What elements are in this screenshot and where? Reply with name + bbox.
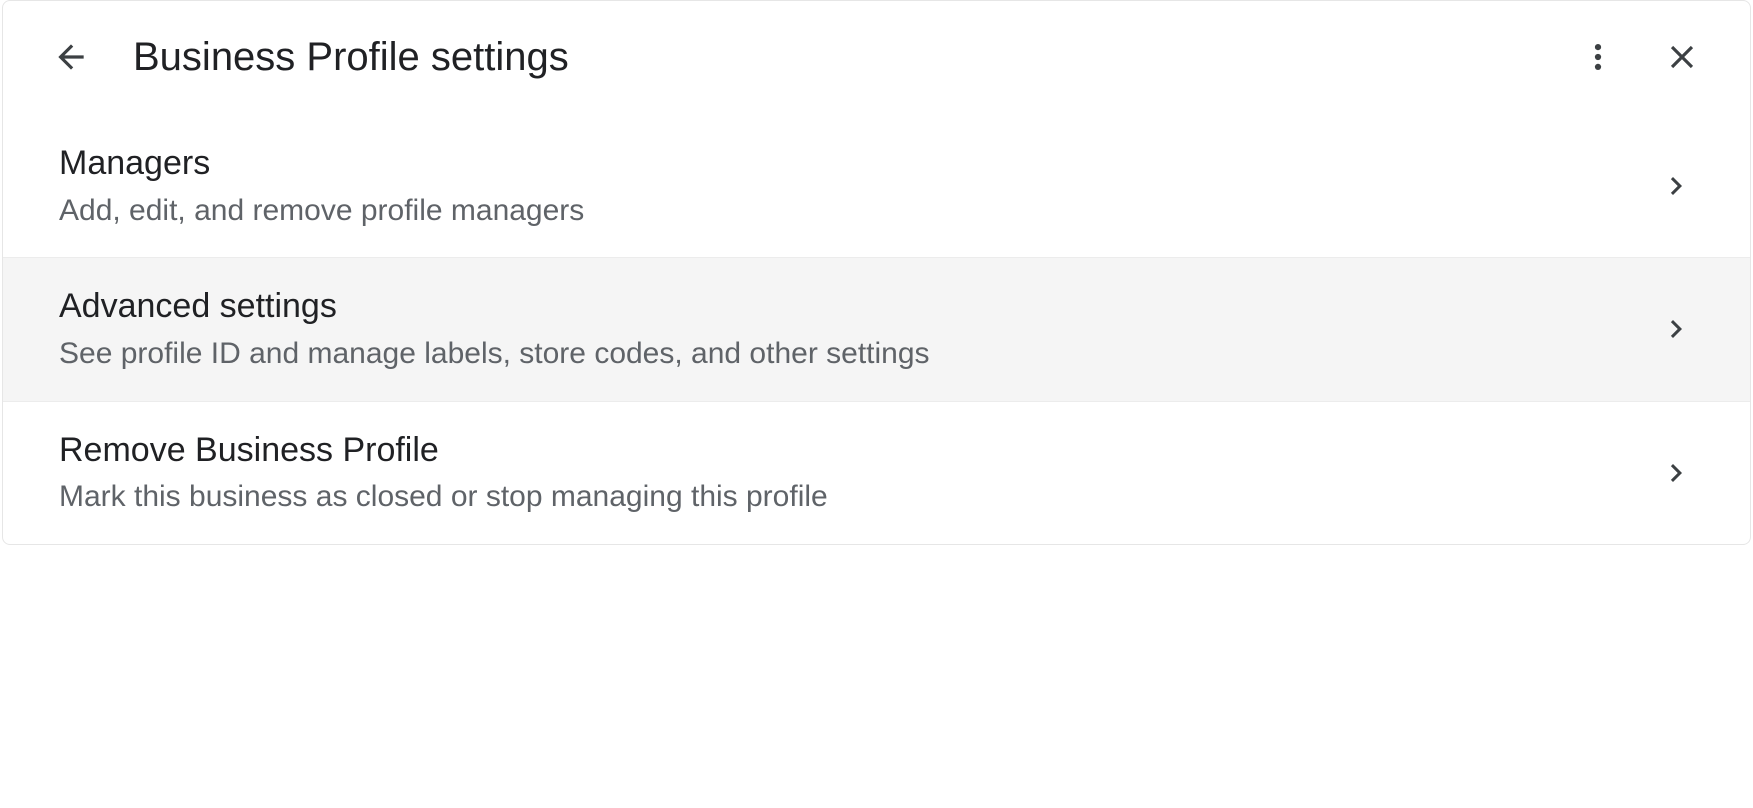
list-item-remove-profile[interactable]: Remove Business Profile Mark this busine…	[3, 401, 1750, 544]
list-item-desc: Add, edit, and remove profile managers	[59, 192, 1634, 230]
list-item-text: Advanced settings See profile ID and man…	[59, 286, 1634, 372]
chevron-right-icon	[1658, 455, 1694, 491]
list-item-desc: Mark this business as closed or stop man…	[59, 478, 1634, 516]
close-button[interactable]	[1650, 25, 1714, 89]
list-item-advanced-settings[interactable]: Advanced settings See profile ID and man…	[3, 257, 1750, 400]
list-item-desc: See profile ID and manage labels, store …	[59, 335, 1634, 373]
list-item-title: Advanced settings	[59, 286, 1634, 327]
page-title: Business Profile settings	[133, 35, 569, 80]
chevron-right-icon	[1658, 168, 1694, 204]
more-button[interactable]	[1566, 25, 1630, 89]
header: Business Profile settings	[3, 1, 1750, 115]
list-item-title: Remove Business Profile	[59, 430, 1634, 471]
chevron-right-icon	[1658, 311, 1694, 347]
list-item-managers[interactable]: Managers Add, edit, and remove profile m…	[3, 115, 1750, 257]
list-item-text: Managers Add, edit, and remove profile m…	[59, 143, 1634, 229]
close-icon	[1663, 38, 1701, 76]
back-button[interactable]	[39, 25, 103, 89]
settings-list: Managers Add, edit, and remove profile m…	[3, 115, 1750, 544]
settings-panel: Business Profile settings Managers	[2, 0, 1751, 545]
arrow-left-icon	[52, 38, 90, 76]
more-vert-icon	[1581, 40, 1615, 74]
list-item-text: Remove Business Profile Mark this busine…	[59, 430, 1634, 516]
list-item-title: Managers	[59, 143, 1634, 184]
